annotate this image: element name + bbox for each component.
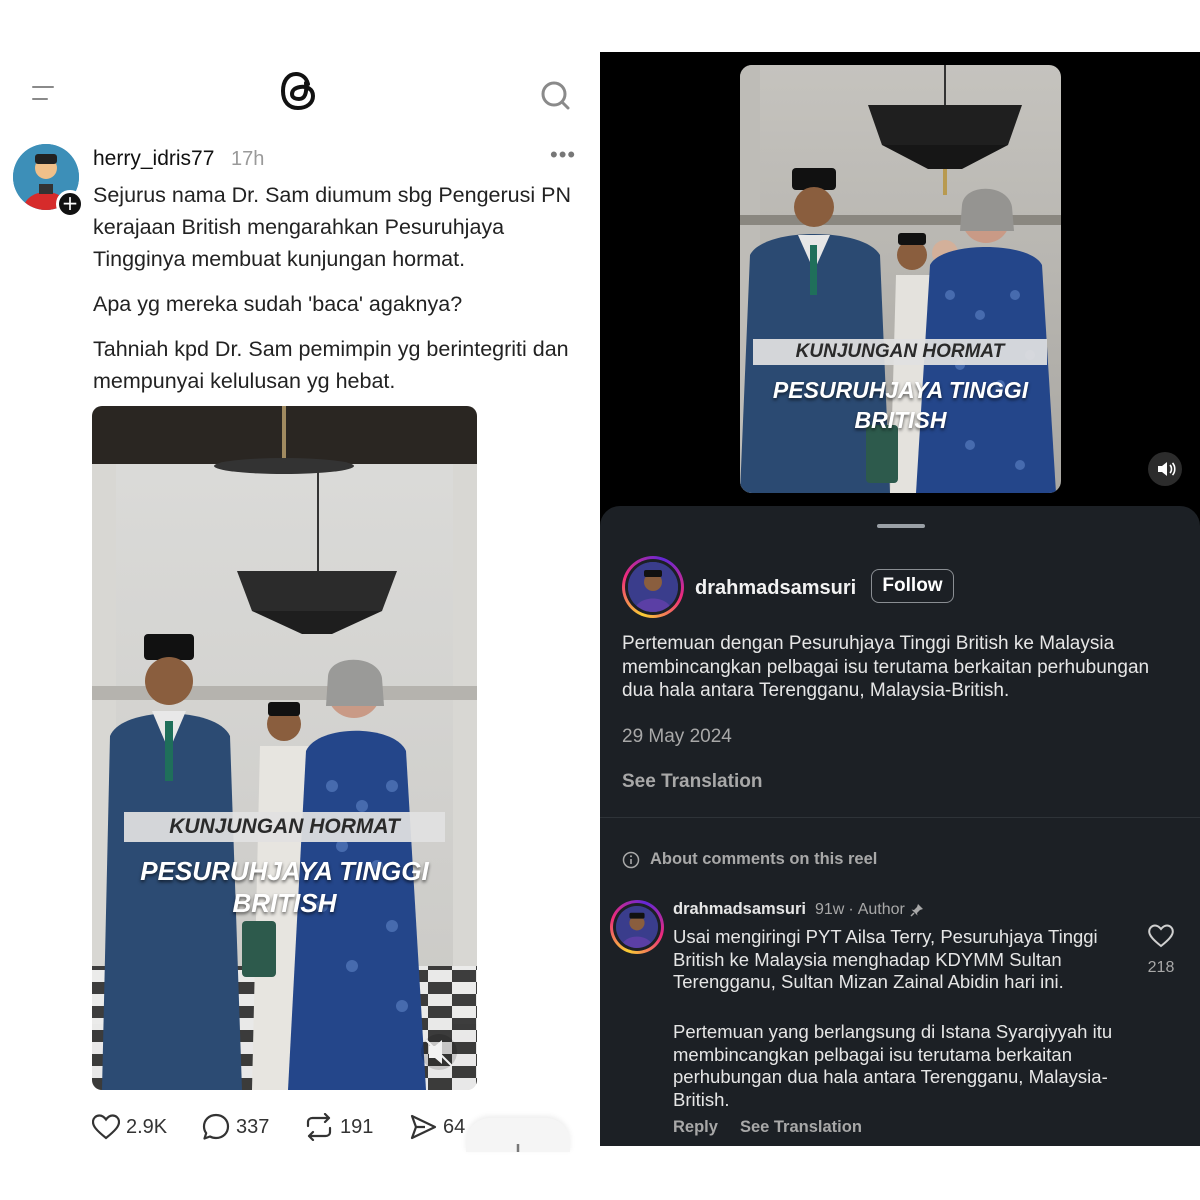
speaker-icon <box>1158 462 1176 476</box>
repost-button[interactable]: 191 <box>304 1110 373 1144</box>
like-count: 2.9K <box>126 1115 168 1138</box>
reel-caption-line2: BRITISH <box>854 407 947 433</box>
divider <box>600 817 1200 818</box>
share-button[interactable]: 64 <box>409 1110 465 1144</box>
reel-caption-line1: PESURUHJAYA TINGGI <box>772 377 1029 403</box>
video-caption-line1: PESURUHJAYA TINGGI <box>140 856 429 886</box>
see-translation-link[interactable]: See Translation <box>622 771 762 793</box>
follow-plus-icon[interactable]: + <box>56 190 84 218</box>
threads-logo-icon[interactable] <box>280 70 318 112</box>
author-username[interactable]: drahmadsamsuri <box>695 577 856 600</box>
about-comments-link[interactable]: About comments on this reel <box>622 850 877 869</box>
reel-caption: Pertemuan dengan Pesuruhjaya Tinggi Brit… <box>622 633 1150 701</box>
follow-button[interactable]: Follow <box>871 569 954 603</box>
post-paragraph: Apa yg mereka sudah 'baca' agaknya? <box>93 292 463 316</box>
video-caption-line2: BRITISH <box>232 888 337 918</box>
author-badge: Author <box>857 901 905 918</box>
comment-icon <box>202 1113 230 1140</box>
post-date: 29 May 2024 <box>622 726 732 747</box>
new-post-button[interactable] <box>466 1118 570 1152</box>
repost-icon <box>306 1113 332 1141</box>
post-video[interactable]: KUNJUNGAN HORMAT PESURUHJAYA TINGGI BRIT… <box>92 406 477 1090</box>
reel-details-sheet: drahmadsamsuri Follow Pertemuan dengan P… <box>600 506 1200 1146</box>
video-caption-top: KUNJUNGAN HORMAT <box>124 812 445 842</box>
repost-count: 191 <box>340 1115 374 1138</box>
post-paragraph: Tahniah kpd Dr. Sam pemimpin yg berinteg… <box>93 337 569 393</box>
reel-video[interactable]: KUNJUNGAN HORMAT PESURUHJAYA TINGGI BRIT… <box>740 65 1061 493</box>
heart-icon <box>92 1114 120 1140</box>
comment-meta: 91w · Author <box>815 901 925 919</box>
comment-like-icon[interactable] <box>1148 924 1174 948</box>
sound-toggle-button[interactable] <box>1148 452 1182 486</box>
meta-separator: · <box>848 901 854 918</box>
post-author[interactable]: herry_idris77 <box>93 147 214 171</box>
comment-author[interactable]: drahmadsamsuri <box>673 900 806 919</box>
comment-avatar[interactable] <box>610 900 664 954</box>
comment-like-count: 218 <box>1147 959 1175 976</box>
search-icon[interactable] <box>540 80 570 110</box>
threads-panel: + herry_idris77 17h ••• Sejurus nama Dr.… <box>0 52 585 1152</box>
comment-actions: Reply See Translation <box>673 1118 862 1137</box>
more-options-icon[interactable]: ••• <box>550 142 576 168</box>
about-comments-label: About comments on this reel <box>650 850 878 868</box>
comment-button[interactable]: 337 <box>202 1110 269 1144</box>
info-icon <box>622 851 640 868</box>
comment-text: Pertemuan yang berlangsung di Istana Sya… <box>673 1021 1113 1110</box>
post-paragraph: Sejurus nama Dr. Sam diumum sbg Pengerus… <box>93 183 571 271</box>
instagram-panel: KUNJUNGAN HORMAT PESURUHJAYA TINGGI BRIT… <box>600 52 1200 1146</box>
share-count: 64 <box>443 1115 466 1138</box>
comment-see-translation[interactable]: See Translation <box>740 1118 862 1137</box>
reel-caption-top: KUNJUNGAN HORMAT <box>753 339 1047 365</box>
comment-count: 337 <box>236 1115 270 1138</box>
reply-button[interactable]: Reply <box>673 1118 718 1137</box>
pin-icon <box>910 904 923 917</box>
comment-age: 91w <box>815 901 845 918</box>
post-time: 17h <box>231 148 265 170</box>
sheet-handle[interactable] <box>877 524 925 528</box>
send-icon <box>410 1114 437 1140</box>
like-button[interactable]: 2.9K <box>92 1110 167 1144</box>
plus-icon <box>516 1144 520 1152</box>
author-avatar[interactable] <box>622 556 684 618</box>
menu-icon[interactable] <box>32 86 54 102</box>
comment-text: Usai mengiringi PYT Ailsa Terry, Pesuruh… <box>673 926 1098 992</box>
